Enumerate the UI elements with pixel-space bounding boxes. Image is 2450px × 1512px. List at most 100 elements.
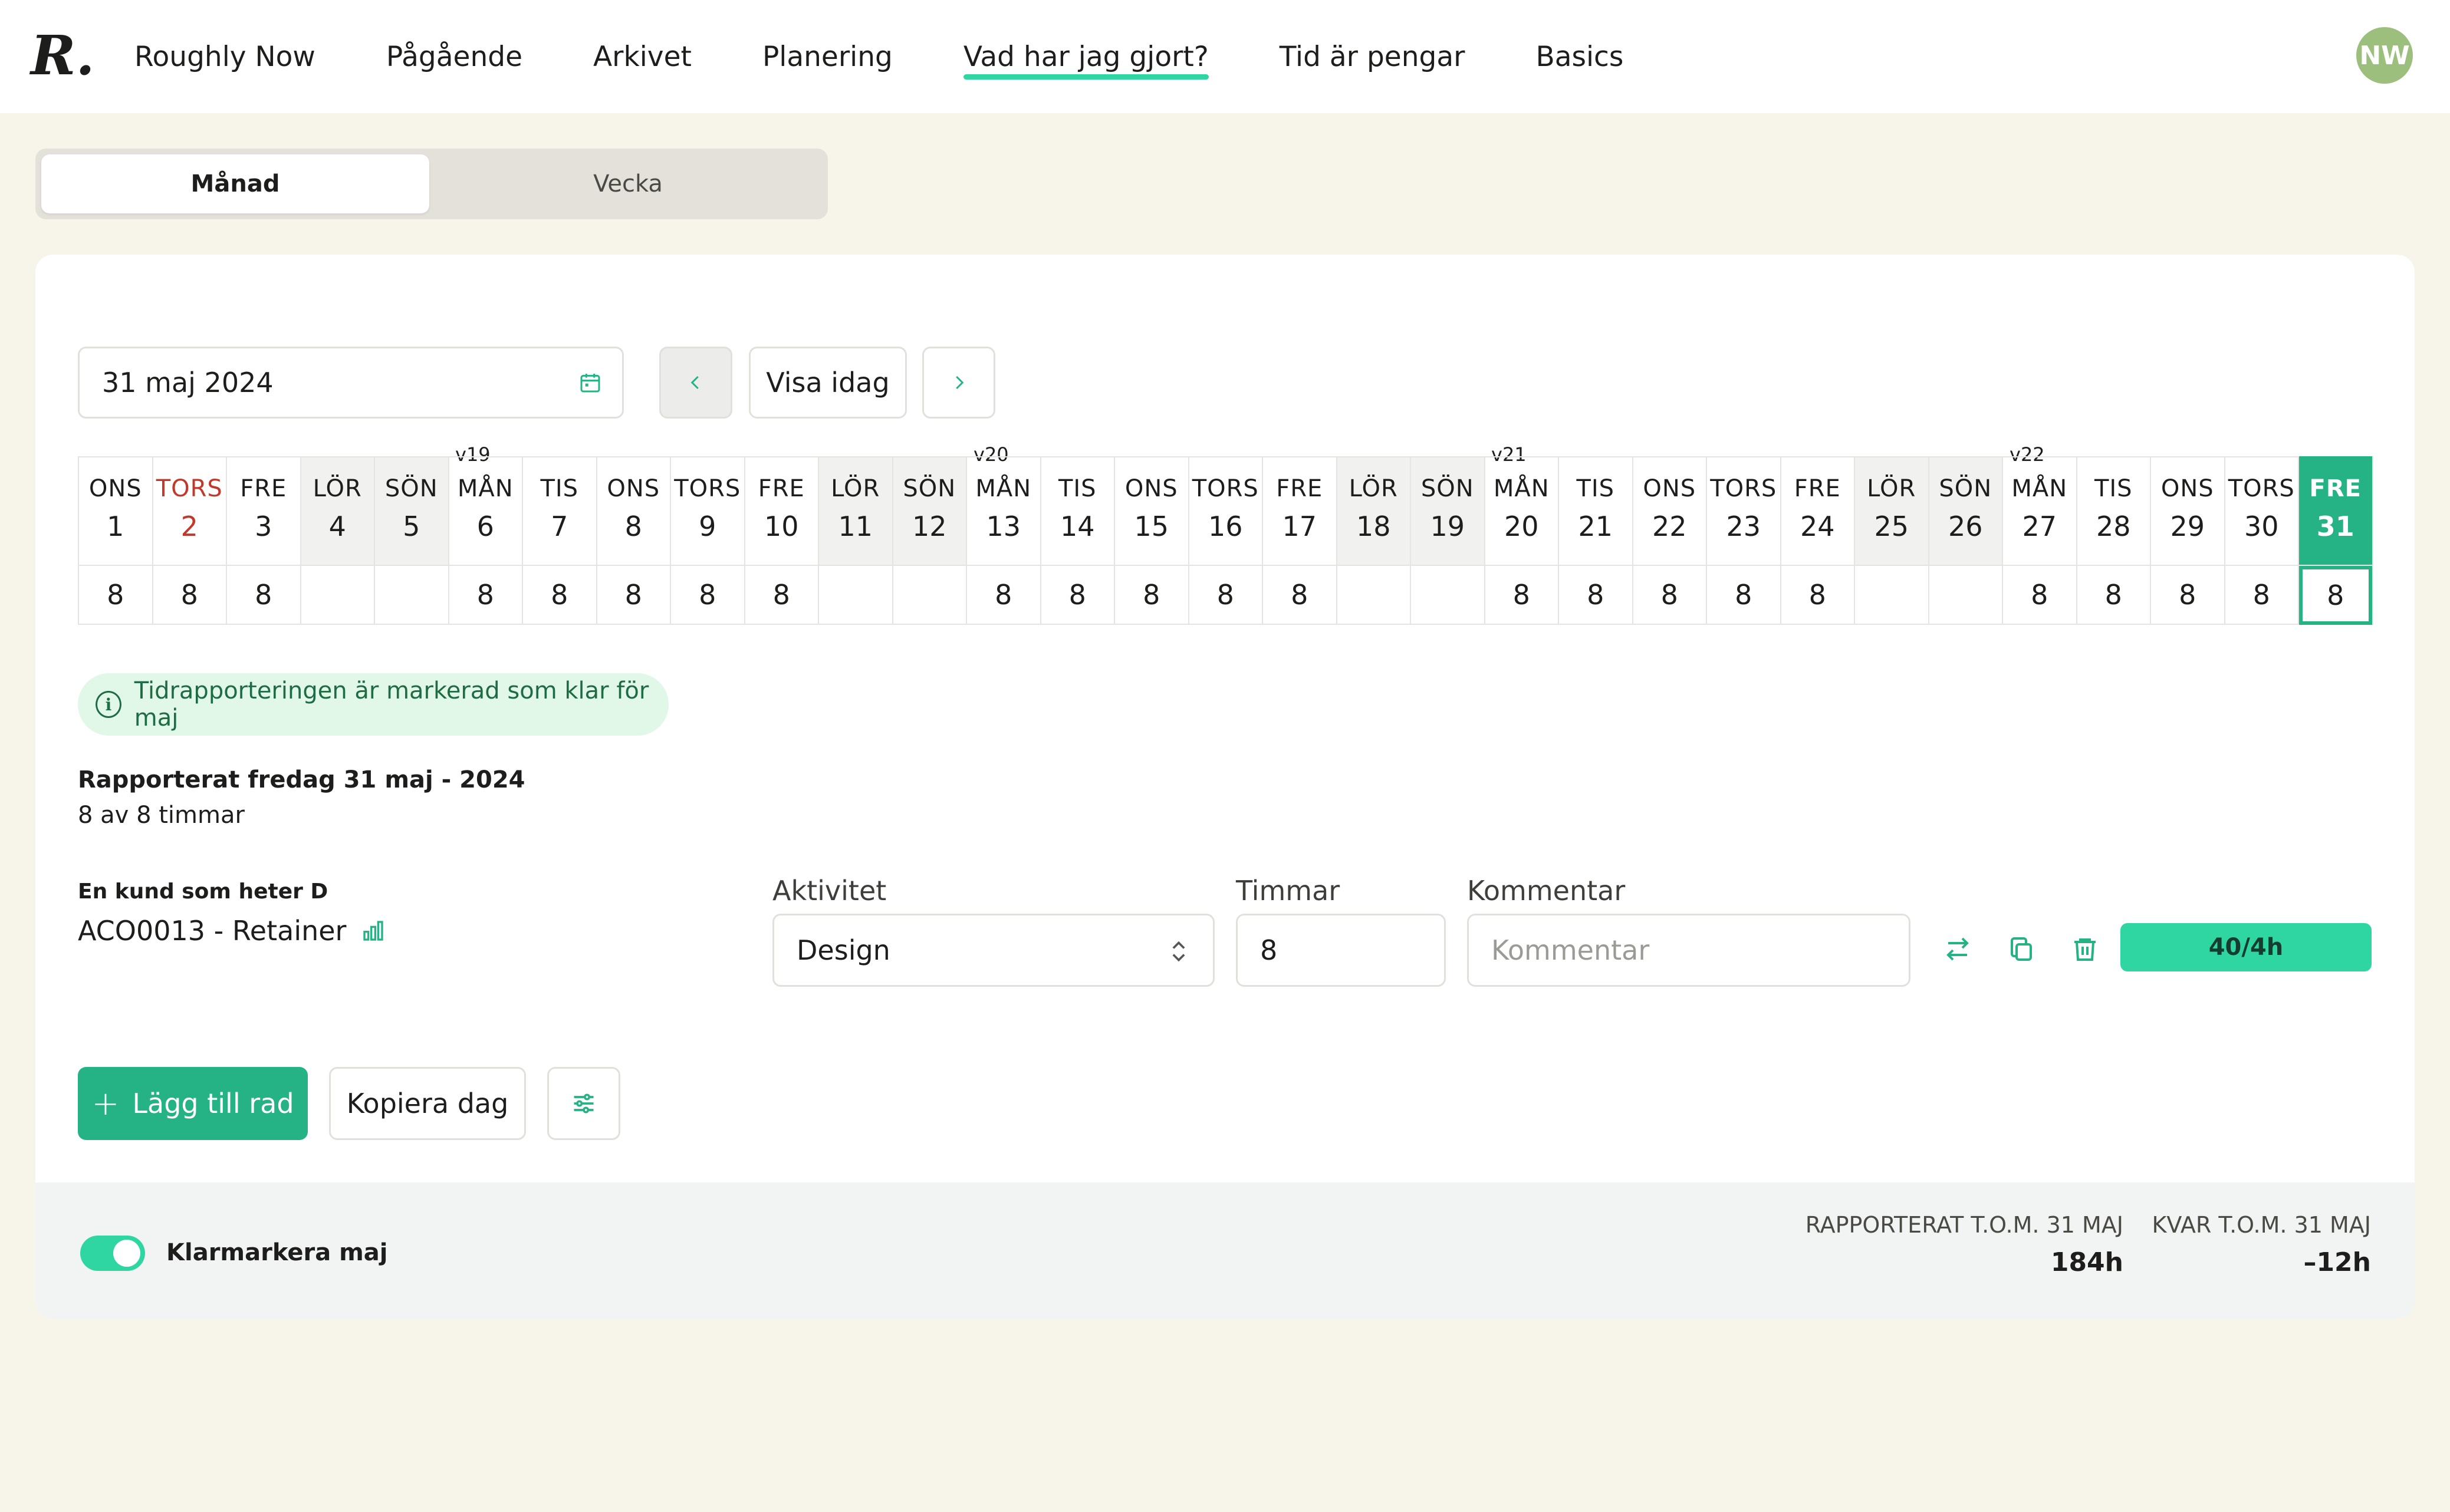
calendar-day[interactable]: TIS 7 8 <box>523 456 597 625</box>
calendar-day[interactable]: LÖR 11 <box>819 456 893 625</box>
day-hours <box>1929 566 2002 625</box>
day-number: 2 <box>180 510 198 542</box>
calendar-day[interactable]: FRE 31 8 <box>2299 456 2373 625</box>
calendar-day[interactable]: SÖN 26 <box>1929 456 2003 625</box>
calendar-day[interactable]: MÅN 13 8 <box>967 456 1041 625</box>
day-name: FRE <box>1794 475 1841 502</box>
day-name: SÖN <box>1420 475 1474 502</box>
comment-input[interactable]: Kommentar <box>1467 914 1910 987</box>
hours-input[interactable]: 8 <box>1236 914 1446 987</box>
calendar-day[interactable]: ONS 22 8 <box>1633 456 1707 625</box>
calendar-day[interactable]: LÖR 25 <box>1855 456 1929 625</box>
day-header: TORS 2 <box>153 456 226 566</box>
calendar-day[interactable]: ONS 1 8 <box>79 456 153 625</box>
copy-day-button[interactable]: Kopiera dag <box>329 1067 526 1140</box>
project-name: ACO0013 - Retainer <box>78 915 385 947</box>
day-number: 29 <box>2170 510 2205 542</box>
calendar-day[interactable]: TORS 2 8 <box>153 456 227 625</box>
duplicate-row-button[interactable] <box>2005 933 2038 966</box>
nav-item-roughly-now[interactable]: Roughly Now <box>134 0 315 113</box>
day-number: 23 <box>1726 510 1761 542</box>
day-number: 10 <box>764 510 799 542</box>
user-avatar[interactable]: NW <box>2356 27 2413 84</box>
day-hours <box>819 566 892 625</box>
tab-week[interactable]: Vecka <box>434 154 822 213</box>
day-number: 26 <box>1948 510 1983 542</box>
delete-row-button[interactable] <box>2068 933 2102 966</box>
calendar-day[interactable]: TORS 9 8 <box>671 456 745 625</box>
day-name: ONS <box>2160 475 2214 502</box>
calendar-day[interactable]: TORS 16 8 <box>1189 456 1263 625</box>
tab-month[interactable]: Månad <box>41 154 429 213</box>
day-number: 18 <box>1356 510 1391 542</box>
nav-item-arkivet[interactable]: Arkivet <box>593 0 692 113</box>
calendar-day[interactable]: MÅN 27 8 <box>2003 456 2077 625</box>
calendar-day[interactable]: ONS 15 8 <box>1115 456 1189 625</box>
next-day-button[interactable] <box>922 347 995 419</box>
day-header: ONS 1 <box>79 456 152 566</box>
nav-item-tid-ar-pengar[interactable]: Tid är pengar <box>1280 0 1465 113</box>
calendar-day[interactable]: SÖN 19 <box>1411 456 1485 625</box>
calendar-day[interactable]: ONS 29 8 <box>2151 456 2225 625</box>
calendar-day[interactable]: FRE 17 8 <box>1263 456 1337 625</box>
day-name: TIS <box>1576 475 1615 502</box>
date-picker-input[interactable]: 31 maj 2024 <box>78 347 624 419</box>
day-number: 14 <box>1060 510 1095 542</box>
calendar-day[interactable]: SÖN 5 <box>375 456 449 625</box>
calendar-day[interactable]: LÖR 18 <box>1337 456 1411 625</box>
day-name: TIS <box>2094 475 2133 502</box>
day-hours: 8 <box>2225 566 2298 625</box>
calendar-day[interactable]: FRE 24 8 <box>1781 456 1855 625</box>
nav-item-pagaende[interactable]: Pågående <box>386 0 522 113</box>
mark-complete-toggle[interactable] <box>80 1236 145 1271</box>
day-hours: 8 <box>1263 566 1336 625</box>
day-number: 17 <box>1282 510 1317 542</box>
info-text: Tidrapporteringen är markerad som klar f… <box>134 677 649 732</box>
day-name: MÅN <box>2011 475 2068 502</box>
day-hours: 8 <box>745 566 818 625</box>
project-label: ACO0013 - Retainer <box>78 915 347 947</box>
nav-item-planering[interactable]: Planering <box>762 0 893 113</box>
day-header: FRE 31 <box>2299 456 2372 566</box>
day-number: 20 <box>1504 510 1539 542</box>
activity-select[interactable]: Design <box>772 914 1215 987</box>
activity-label: Aktivitet <box>772 875 887 907</box>
day-hours <box>375 566 448 625</box>
toggle-knob <box>113 1240 140 1267</box>
switch-row-button[interactable] <box>1941 933 1974 966</box>
calendar-day[interactable]: TORS 23 8 <box>1707 456 1781 625</box>
budget-badge[interactable]: 40/4h <box>2120 923 2372 971</box>
calendar-day[interactable]: MÅN 6 8 <box>449 456 523 625</box>
previous-day-button[interactable] <box>659 347 732 419</box>
day-header: ONS 15 <box>1115 456 1188 566</box>
calendar-day[interactable]: TORS 30 8 <box>2225 456 2299 625</box>
calendar-day[interactable]: FRE 3 8 <box>227 456 301 625</box>
trash-icon <box>2074 938 2096 961</box>
day-header: FRE 24 <box>1781 456 1854 566</box>
nav-item-vad-har-jag-gjort[interactable]: Vad har jag gjort? <box>963 0 1209 113</box>
day-hours: 8 <box>2151 566 2224 625</box>
day-name: TIS <box>540 475 579 502</box>
day-name: MÅN <box>975 475 1032 502</box>
show-today-button[interactable]: Visa idag <box>749 347 907 419</box>
calendar-day[interactable]: TIS 21 8 <box>1559 456 1633 625</box>
nav-item-basics[interactable]: Basics <box>1535 0 1623 113</box>
date-value: 31 maj 2024 <box>102 367 274 398</box>
bar-chart-icon[interactable] <box>361 919 385 943</box>
calendar-day[interactable]: FRE 10 8 <box>745 456 819 625</box>
calendar-day[interactable]: ONS 8 8 <box>597 456 671 625</box>
day-hours: 8 <box>1559 566 1632 625</box>
calendar-day[interactable]: TIS 14 8 <box>1041 456 1115 625</box>
add-row-button[interactable]: + Lägg till rad <box>78 1067 308 1140</box>
day-number: 22 <box>1652 510 1687 542</box>
status-info-badge: i Tidrapporteringen är markerad som klar… <box>78 673 669 736</box>
calendar-day[interactable]: TIS 28 8 <box>2077 456 2151 625</box>
app-logo[interactable]: R. <box>31 26 96 85</box>
day-header: TIS 21 <box>1559 456 1632 566</box>
calendar-day[interactable]: LÖR 4 <box>301 456 375 625</box>
settings-button[interactable] <box>547 1067 620 1140</box>
calendar-day[interactable]: SÖN 12 <box>893 456 967 625</box>
day-hours: 8 <box>227 566 300 625</box>
calendar-day[interactable]: MÅN 20 8 <box>1485 456 1559 625</box>
day-name: FRE <box>758 475 805 502</box>
